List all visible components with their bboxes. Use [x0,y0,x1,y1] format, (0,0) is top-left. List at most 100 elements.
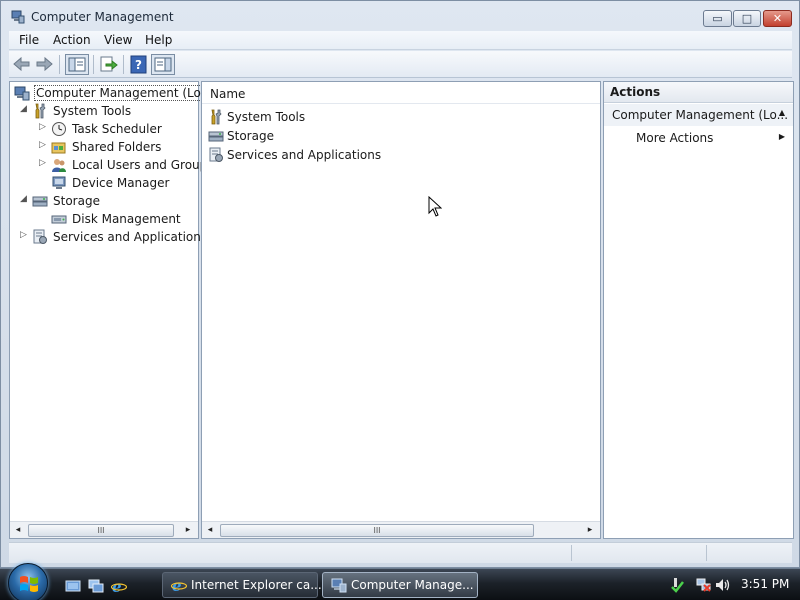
status-separator [571,545,572,561]
list-item-label: Services and Applications [227,148,382,162]
results-pane: Name System Tools Storage Services and A… [201,81,601,539]
help-icon[interactable]: ? [128,54,150,75]
taskbar-item-internet-explorer[interactable]: e Internet Explorer ca... [162,572,322,598]
scroll-right-icon[interactable]: ▸ [182,525,194,536]
minimize-icon: ▭ [712,12,723,25]
computer-management-icon [14,85,30,101]
more-actions-item[interactable]: More Actions ▶ [604,128,793,148]
taskbar-item-label: Computer Manage... [351,578,474,592]
show-hide-console-tree-icon[interactable] [65,54,89,75]
tools-icon [208,109,224,125]
expanded-arrow-icon[interactable]: ◢ [20,105,29,114]
taskbar-item-computer-management[interactable]: Computer Manage... [322,572,478,598]
device-manager-icon [51,175,67,191]
tree-label: Task Scheduler [72,122,162,136]
actions-pane: Actions Computer Management (Lo... ▲ Mor… [603,81,794,539]
submenu-arrow-icon: ▶ [778,132,785,141]
tree-label: System Tools [53,104,132,118]
status-separator [706,545,707,561]
storage-icon [208,128,224,144]
maximize-button[interactable]: □ [733,10,761,27]
tree-horizontal-scrollbar[interactable]: ◂ III ▸ [10,521,198,538]
disk-icon [51,211,67,227]
toolbar-separator [93,55,94,74]
scroll-left-icon[interactable]: ◂ [204,525,216,536]
shared-folders-icon [51,139,67,155]
window-title: Computer Management [31,10,174,24]
tree-label: Services and Applications [53,230,208,244]
start-button[interactable] [8,563,48,600]
menu-view[interactable]: View [104,33,132,47]
computer-management-icon [11,10,25,24]
taskbar-item-label: Internet Explorer ca... [191,578,322,592]
toolbar-separator [123,55,124,74]
menu-bar: File Action View Help [9,31,792,50]
mouse-cursor-icon [428,196,442,217]
tree-item-computer-management[interactable]: Computer Management (Local [12,84,221,102]
status-bar [9,542,792,563]
menu-file[interactable]: File [19,33,39,47]
storage-icon [32,193,48,209]
collapsed-arrow-icon[interactable]: ▷ [20,231,29,240]
export-list-icon[interactable] [97,54,119,75]
collapse-up-icon[interactable]: ▲ [779,108,785,117]
tree-root-label: Computer Management (Local [34,85,221,101]
actions-group-computer-management[interactable]: Computer Management (Lo... ▲ [604,104,793,126]
tree-label: Device Manager [72,176,170,190]
more-actions-label: More Actions [636,131,714,145]
volume-icon[interactable] [714,577,730,593]
actions-group-label: Computer Management (Lo... [612,108,789,122]
menu-action[interactable]: Action [53,33,91,47]
column-header-name[interactable]: Name [202,82,600,104]
show-hide-action-pane-icon[interactable] [151,54,175,75]
minimize-button[interactable]: ▭ [703,10,732,27]
svg-text:e: e [112,578,122,594]
clock[interactable]: 3:51 PM [741,577,789,591]
actions-title: Actions [610,85,661,99]
internet-explorer-icon: e [170,577,188,595]
scroll-left-icon[interactable]: ◂ [12,525,24,536]
scroll-thumb[interactable]: III [220,524,534,537]
tree-label: Storage [53,194,100,208]
switch-windows-icon[interactable] [88,578,104,594]
menu-help[interactable]: Help [145,33,172,47]
clock-icon [51,121,67,137]
network-disconnected-icon[interactable] [696,577,712,593]
tree-label: Shared Folders [72,140,162,154]
tree-label: Disk Management [72,212,181,226]
toolbar-separator [59,55,60,74]
tree-label: Local Users and Groups [72,158,214,172]
security-check-icon[interactable] [669,577,685,593]
close-button[interactable]: ✕ [763,10,792,27]
list-item-label: Storage [227,129,274,143]
results-horizontal-scrollbar[interactable]: ◂ III ▸ [202,521,600,538]
taskbar: e e Internet Explorer ca... Computer Man… [0,563,800,600]
show-desktop-icon[interactable] [65,578,81,594]
services-icon [208,147,224,163]
title-bar[interactable]: Computer Management ▭ □ ✕ [1,1,799,31]
windows-logo-icon [20,576,38,592]
svg-text:e: e [172,577,182,593]
collapsed-arrow-icon[interactable]: ▷ [39,141,48,150]
actions-header: Actions [604,82,793,103]
list-item-label: System Tools [227,110,306,124]
users-icon [51,157,67,173]
forward-icon[interactable] [33,54,55,75]
svg-text:?: ? [135,58,142,72]
collapsed-arrow-icon[interactable]: ▷ [39,123,48,132]
maximize-icon: □ [741,12,753,25]
internet-explorer-icon[interactable]: e [110,578,128,596]
column-header-label: Name [210,87,246,101]
tools-icon [32,103,48,119]
back-icon[interactable] [11,54,33,75]
console-tree-pane: Computer Management (Local ◢ System Tool… [9,81,221,539]
services-icon [32,229,48,245]
scroll-thumb[interactable]: III [28,524,174,537]
collapsed-arrow-icon[interactable]: ▷ [39,159,48,168]
main-window: Computer Management ▭ □ ✕ File Action Vi… [0,0,800,568]
close-icon: ✕ [772,12,783,25]
toolbar: ? [9,51,792,78]
scroll-right-icon[interactable]: ▸ [584,525,596,536]
expanded-arrow-icon[interactable]: ◢ [20,195,29,204]
computer-management-icon [331,577,347,593]
